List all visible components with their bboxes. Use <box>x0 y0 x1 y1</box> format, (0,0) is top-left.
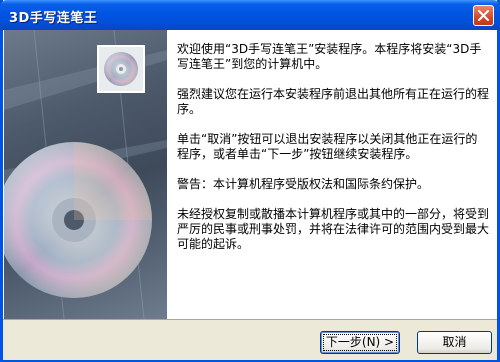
instruction-paragraph: 单击“取消”按钮可以退出安装程序以关闭其他正在运行的程序，或者单击“下一步”按钮… <box>177 132 478 161</box>
copyright-paragraph: 未经授权复制或散播本计算机程序或其中的一部分，将受到严厉的民事或刑事处罚，并将在… <box>177 207 490 251</box>
client-area: 欢迎使用“3D手写连笔王”安装程序。本程序将安装“3D手写连笔王”到您的计算机中… <box>3 30 497 360</box>
installer-window: 3D手写连笔王 欢迎使用“3D手写连笔王”安装程序。本程序将安装“3D手写连笔王… <box>0 0 500 362</box>
title-bar[interactable]: 3D手写连笔王 <box>0 0 500 30</box>
close-icon <box>478 10 489 21</box>
close-button[interactable] <box>473 5 494 26</box>
cd-icon <box>97 45 145 93</box>
window-title: 3D手写连笔王 <box>9 11 98 26</box>
side-banner <box>4 30 167 319</box>
banner-artwork <box>4 30 167 319</box>
advice-paragraph: 强烈建议您在运行本安装程序前退出其他所有正在运行的程序。 <box>177 87 490 116</box>
cancel-button[interactable]: 取消 <box>417 331 492 354</box>
welcome-text: 欢迎使用“3D手写连笔王”安装程序。本程序将安装“3D手写连笔王”到您的计算机中… <box>177 42 489 267</box>
warning-paragraph: 警告：本计算机程序受版权法和国际条约保护。 <box>177 177 430 191</box>
next-button[interactable]: 下一步(N) > <box>320 331 400 354</box>
large-disc <box>4 142 152 298</box>
welcome-paragraph: 欢迎使用“3D手写连笔王”安装程序。本程序将安装“3D手写连笔王”到您的计算机中… <box>177 42 482 71</box>
next-button-label: 下一步(N) > <box>322 334 398 351</box>
button-bar: 下一步(N) > 取消 <box>3 319 497 360</box>
